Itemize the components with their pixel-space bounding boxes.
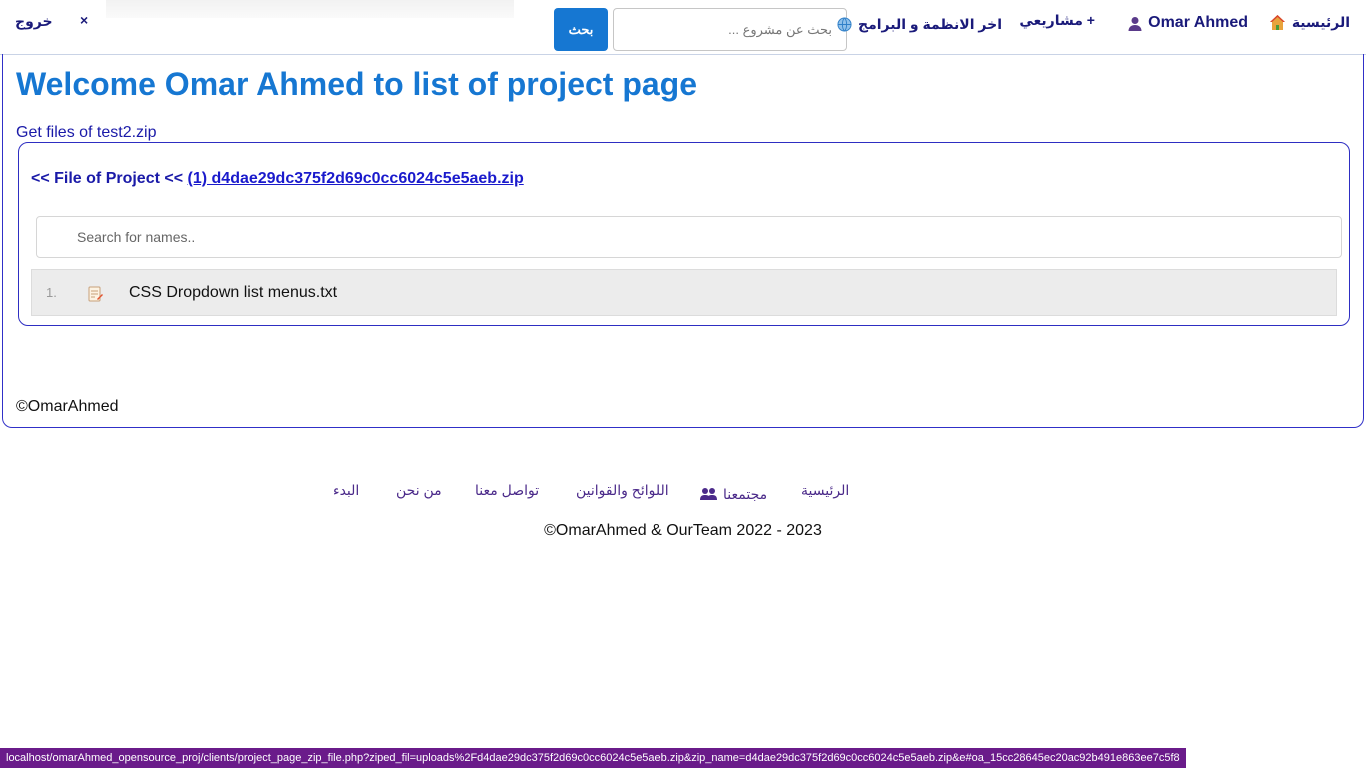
main-copyright: ©OmarAhmed bbox=[16, 398, 119, 415]
status-bar-url: localhost/omarAhmed_opensource_proj/clie… bbox=[0, 748, 1186, 768]
footer-link-contact[interactable]: تواصل معنا bbox=[475, 482, 539, 499]
footer-link-contact-label: تواصل معنا bbox=[475, 482, 540, 498]
project-files-box: << File of Project << (1) d4dae29dc375f2… bbox=[18, 142, 1350, 326]
names-search-input[interactable] bbox=[36, 216, 1342, 258]
footer-copyright: ©OmarAhmed & OurTeam 2022 - 2023 bbox=[544, 522, 822, 539]
nav-my-projects-label: مشاريعي + bbox=[1019, 12, 1095, 28]
close-icon: × bbox=[80, 12, 89, 28]
nav-my-projects[interactable]: مشاريعي + bbox=[1019, 12, 1095, 29]
top-navbar: خروج × بحث اخر الانظمة و البرامج مشاريعي… bbox=[0, 0, 1366, 55]
footer-link-start-label: البدء bbox=[333, 482, 360, 498]
home-icon bbox=[1269, 14, 1286, 31]
faded-banner bbox=[106, 0, 514, 18]
logout-label: خروج bbox=[15, 13, 53, 29]
footer-link-home-label: الرئيسية bbox=[801, 482, 850, 498]
list-item-number: 1. bbox=[46, 285, 57, 300]
footer-link-about-label: من نحن bbox=[396, 482, 442, 498]
nav-home-label: الرئيسية bbox=[1291, 14, 1350, 30]
footer-link-about[interactable]: من نحن bbox=[396, 482, 442, 499]
page-title: Welcome Omar Ahmed to list of project pa… bbox=[16, 66, 698, 102]
close-button[interactable]: × bbox=[80, 12, 88, 28]
globe-icon bbox=[837, 17, 852, 32]
footer-link-community-label: مجتمعنا bbox=[723, 486, 768, 502]
user-icon bbox=[1128, 16, 1142, 31]
nav-user-label: Omar Ahmed bbox=[1148, 14, 1248, 31]
file-of-project-header: << File of Project << (1) d4dae29dc375f2… bbox=[31, 170, 524, 188]
file-header-prefix: << File of Project << bbox=[31, 170, 184, 187]
list-item[interactable]: 1. CSS Dropdown list menus.txt bbox=[31, 269, 1337, 316]
search-button[interactable]: بحث bbox=[554, 8, 608, 51]
footer-link-start[interactable]: البدء bbox=[333, 482, 359, 499]
zip-file-link[interactable]: (1) d4dae29dc375f2d69c0cc6024c5e5aeb.zip bbox=[188, 170, 524, 187]
footer-link-home[interactable]: الرئيسية bbox=[801, 482, 849, 499]
main-panel: Welcome Omar Ahmed to list of project pa… bbox=[2, 54, 1364, 428]
nav-home[interactable]: الرئيسية bbox=[1269, 14, 1350, 31]
footer-link-rules-label: اللوائح والقوانين bbox=[576, 482, 669, 498]
get-files-label: Get files of test2.zip bbox=[16, 124, 157, 141]
nav-latest-systems-label: اخر الانظمة و البرامج bbox=[858, 16, 1002, 32]
logout-link[interactable]: خروج bbox=[15, 13, 53, 30]
project-search-input[interactable] bbox=[613, 8, 847, 51]
list-item-filename: CSS Dropdown list menus.txt bbox=[129, 283, 338, 301]
text-file-icon bbox=[88, 286, 103, 307]
nav-latest-systems[interactable]: اخر الانظمة و البرامج bbox=[837, 16, 1002, 33]
community-group-icon bbox=[700, 487, 717, 503]
footer-link-rules[interactable]: اللوائح والقوانين bbox=[576, 482, 669, 499]
nav-user-profile[interactable]: Omar Ahmed bbox=[1128, 14, 1248, 32]
footer-link-community[interactable]: مجتمعنا bbox=[700, 486, 767, 503]
